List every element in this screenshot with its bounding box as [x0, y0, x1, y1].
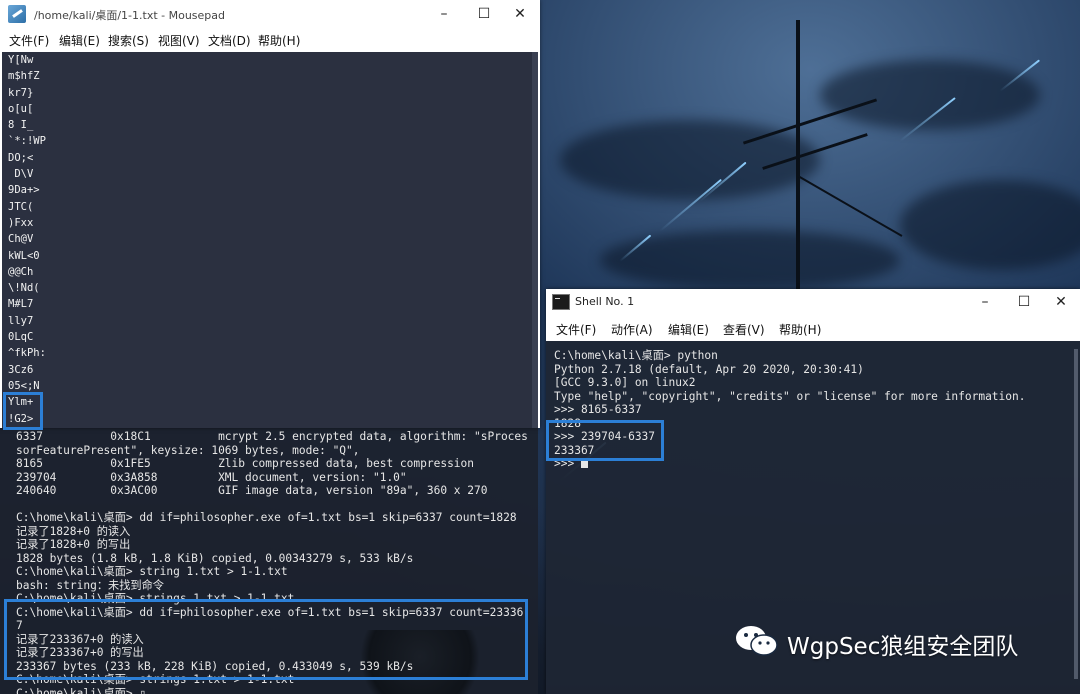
menu-document[interactable]: 文档(D) [208, 32, 251, 49]
menu-help[interactable]: 帮助(H) [258, 32, 300, 49]
watermark-text: WgpSec狼组安全团队 [787, 634, 1019, 660]
terminal-line: C:\home\kali\桌面> string 1.txt > 1-1.txt [16, 565, 288, 578]
antenna-wire [797, 175, 903, 237]
editor-line: o[u[ [8, 102, 34, 115]
editor-line: lly7 [8, 314, 34, 327]
menu-file[interactable]: 文件(F) [556, 321, 596, 338]
shell-line: >>> 8165-6337 [554, 403, 642, 416]
terminal-line: 239704 0x3A858 XML document, version: "1… [16, 470, 407, 484]
mousepad-app-icon [8, 5, 26, 23]
menu-help[interactable]: 帮助(H) [779, 321, 821, 338]
terminal-line: 8165 0x1FE5 Zlib compressed data, best c… [16, 457, 475, 470]
editor-line: @@Ch [8, 265, 34, 278]
menu-view[interactable]: 查看(V) [723, 321, 765, 338]
editor-line: D\V [8, 168, 34, 181]
menu-action[interactable]: 动作(A) [611, 321, 653, 338]
editor-line: 0LqC [8, 331, 34, 344]
editor-scrollbar[interactable] [532, 52, 538, 428]
maximize-icon[interactable]: ☐ [1010, 292, 1038, 312]
mousepad-window[interactable]: /home/kali/桌面/1-1.txt - Mousepad – ☐ ✕ 文… [0, 0, 540, 428]
wechat-icon [736, 626, 778, 656]
editor-line: Ch@V [8, 233, 34, 246]
editor-line: M#L7 [8, 298, 34, 311]
terminal-line: C:\home\kali\桌面> ▯ [16, 686, 147, 694]
highlight-python-result [546, 420, 664, 461]
terminal-line: 记录了1828+0 的写出 [16, 538, 131, 551]
menu-file[interactable]: 文件(F) [9, 32, 49, 49]
editor-line: )Fxx [8, 216, 34, 229]
mousepad-menubar: 文件(F) 编辑(E) 搜索(S) 视图(V) 文档(D) 帮助(H) [0, 28, 540, 50]
terminal-line: 记录了1828+0 的读入 [16, 524, 131, 538]
close-icon[interactable]: ✕ [506, 4, 534, 24]
mousepad-titlebar[interactable]: /home/kali/桌面/1-1.txt - Mousepad – ☐ ✕ [0, 0, 540, 28]
menu-edit[interactable]: 编辑(E) [59, 32, 100, 49]
highlight-iend [3, 392, 43, 430]
shell-menubar: 文件(F) 动作(A) 编辑(E) 查看(V) 帮助(H) [546, 315, 1080, 341]
text-editor-area[interactable]: Y[Nw m$hfZ kr7} o[u[ 8 I_ `*:!WP DO;< D\V 9Da+>… [2, 52, 538, 428]
editor-line: Y[Nw [8, 54, 34, 66]
shell-line: C:\home\kali\桌面> python [554, 349, 718, 362]
editor-line: ^fkPh: [8, 347, 46, 360]
cloud [900, 180, 1080, 270]
window-title: /home/kali/桌面/1-1.txt - Mousepad [34, 9, 225, 22]
close-icon[interactable]: ✕ [1047, 292, 1075, 312]
minimize-icon[interactable]: – [971, 292, 999, 312]
editor-line: DO;< [8, 151, 34, 164]
minimize-icon[interactable]: – [430, 4, 458, 24]
editor-line: 8 I_ [8, 119, 34, 132]
terminal-icon [552, 294, 570, 310]
terminal-line: sorFeaturePresent", keysize: 1069 bytes,… [16, 443, 360, 457]
editor-line: kWL<0 [8, 249, 40, 262]
shell-line: Type "help", "copyright", "credits" or "… [554, 389, 1026, 403]
menu-view[interactable]: 视图(V) [158, 32, 200, 49]
cloud [820, 60, 1040, 130]
terminal-line: 240640 0x3AC00 GIF image data, version "… [16, 484, 488, 497]
terminal-line: 6337 0x18C1 mcrypt 2.5 encrypted data, a… [16, 430, 528, 443]
terminal-line: bash: string：未找到命令 [16, 578, 164, 592]
shell-title: Shell No. 1 [575, 295, 635, 308]
terminal-line: 1828 bytes (1.8 kB, 1.8 KiB) copied, 0.0… [16, 551, 414, 565]
terminal-line: C:\home\kali\桌面> dd if=philosopher.exe o… [16, 511, 517, 524]
shell-titlebar[interactable]: Shell No. 1 – ☐ ✕ [546, 289, 1080, 315]
menu-edit[interactable]: 编辑(E) [668, 321, 709, 338]
highlight-dd-command [4, 599, 528, 680]
editor-line: JTC( [8, 200, 34, 213]
maximize-icon[interactable]: ☐ [470, 4, 498, 24]
shell-line: [GCC 9.3.0] on linux2 [554, 376, 696, 389]
editor-line: kr7} [8, 86, 34, 99]
editor-line: m$hfZ [8, 70, 40, 83]
shell-line: Python 2.7.18 (default, Apr 20 2020, 20:… [554, 362, 864, 376]
editor-line: \!Nd( [8, 282, 40, 295]
shell-scrollbar[interactable] [1074, 349, 1078, 679]
menu-search[interactable]: 搜索(S) [108, 32, 149, 49]
editor-text: Y[Nw m$hfZ kr7} o[u[ 8 I_ `*:!WP DO;< D\V 9Da+>… [8, 52, 46, 428]
editor-line: 3Cz6 [8, 363, 34, 376]
editor-line: 9Da+> [8, 184, 40, 197]
editor-line: `*:!WP [8, 135, 46, 148]
